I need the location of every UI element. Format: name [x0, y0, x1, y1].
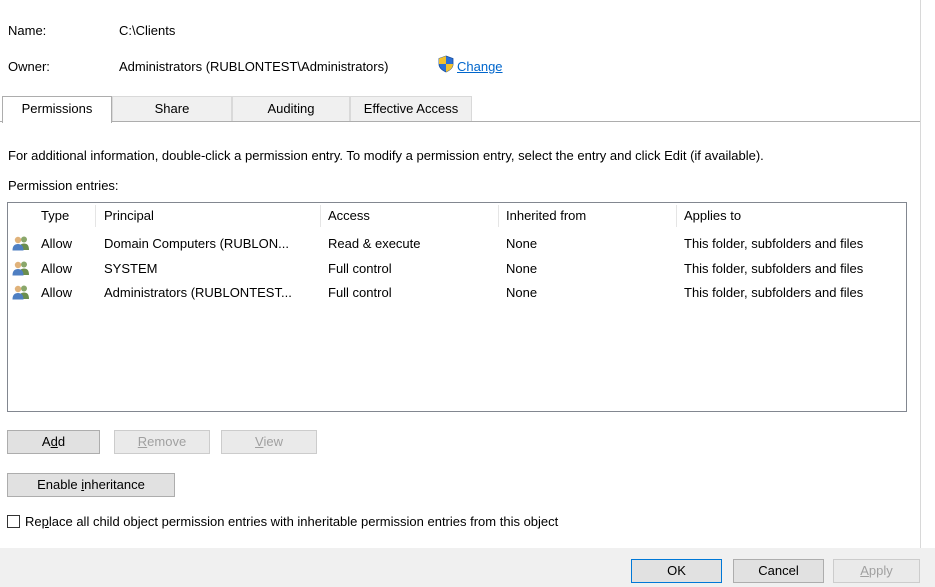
view-button-text: iew	[263, 434, 283, 449]
column-header-applies-to[interactable]: Applies to	[684, 208, 741, 223]
row-applies-to: This folder, subfolders and files	[684, 285, 864, 300]
tab-auditing[interactable]: Auditing	[232, 96, 350, 121]
row-principal: SYSTEM	[104, 261, 158, 276]
owner-label: Owner:	[8, 59, 50, 74]
column-separator	[320, 205, 321, 227]
add-button-accel: d	[50, 434, 58, 449]
row-type: Allow	[41, 285, 73, 300]
replace-label-text-rest: lace all child object permission entries…	[48, 514, 559, 529]
tab-permissions[interactable]: Permissions	[2, 96, 112, 123]
name-label: Name:	[8, 23, 47, 38]
row-access: Full control	[328, 261, 392, 276]
row-inherited-from: None	[506, 236, 538, 251]
replace-child-permissions-label[interactable]: Replace all child object permission entr…	[25, 514, 558, 529]
permission-row[interactable]: Allow Administrators (RUBLONTEST... Full…	[8, 281, 906, 305]
permission-row[interactable]: Allow Domain Computers (RUBLON... Read &…	[8, 232, 906, 256]
permission-entries-list[interactable]: Type Principal Access Inherited from App…	[7, 202, 907, 412]
replace-child-permissions-checkbox[interactable]	[7, 515, 20, 528]
change-owner-link[interactable]: Change	[457, 59, 503, 74]
user-group-icon	[12, 285, 29, 300]
tab-divider	[0, 121, 920, 122]
remove-button-text: emove	[147, 434, 187, 449]
replace-label-text: Re	[25, 514, 42, 529]
user-group-icon	[12, 236, 29, 251]
apply-button-accel: A	[860, 563, 869, 578]
column-header-inherited-from[interactable]: Inherited from	[506, 208, 586, 223]
permission-entries-label: Permission entries:	[8, 178, 119, 193]
row-principal: Administrators (RUBLONTEST...	[104, 285, 292, 300]
view-button[interactable]: View	[221, 430, 317, 454]
column-separator	[498, 205, 499, 227]
tab-permissions-label: Permissions	[21, 101, 93, 116]
owner-value: Administrators (RUBLONTEST\Administrator…	[119, 59, 389, 74]
remove-button[interactable]: Remove	[114, 430, 210, 454]
user-group-icon	[12, 261, 29, 276]
ok-button[interactable]: OK	[631, 559, 722, 583]
tab-auditing-label: Auditing	[267, 101, 315, 116]
row-inherited-from: None	[506, 285, 538, 300]
row-access: Full control	[328, 285, 392, 300]
column-separator	[95, 205, 96, 227]
row-type: Allow	[41, 236, 73, 251]
add-button-text: A	[41, 434, 51, 449]
permission-row[interactable]: Allow SYSTEM Full control None This fold…	[8, 257, 906, 281]
tab-effective-access-label: Effective Access	[363, 101, 459, 116]
name-value: C:\Clients	[119, 23, 176, 38]
add-button[interactable]: Add	[7, 430, 100, 454]
row-principal: Domain Computers (RUBLON...	[104, 236, 289, 251]
dialog-right-edge	[920, 0, 921, 548]
uac-shield-icon	[438, 55, 454, 73]
remove-button-accel: R	[137, 434, 148, 449]
tab-share[interactable]: Share	[112, 96, 232, 121]
apply-button-text: pply	[868, 563, 893, 578]
replace-label-accel: p	[41, 514, 49, 529]
cancel-button[interactable]: Cancel	[733, 559, 824, 583]
row-applies-to: This folder, subfolders and files	[684, 236, 864, 251]
row-inherited-from: None	[506, 261, 538, 276]
dialog-footer: OK Cancel Apply	[0, 548, 935, 587]
column-header-principal[interactable]: Principal	[104, 208, 154, 223]
enable-inheritance-text-rest: nheritance	[84, 477, 145, 492]
enable-inheritance-button[interactable]: Enable inheritance	[7, 473, 175, 497]
column-header-type[interactable]: Type	[41, 208, 69, 223]
tab-effective-access[interactable]: Effective Access	[350, 96, 472, 121]
row-access: Read & execute	[328, 236, 421, 251]
enable-inheritance-text: Enable	[37, 477, 82, 492]
column-header-access[interactable]: Access	[328, 208, 370, 223]
instructions-text: For additional information, double-click…	[8, 148, 764, 163]
apply-button[interactable]: Apply	[833, 559, 920, 583]
column-separator	[676, 205, 677, 227]
row-type: Allow	[41, 261, 73, 276]
row-applies-to: This folder, subfolders and files	[684, 261, 864, 276]
add-button-text-rest: d	[57, 434, 66, 449]
tab-share-label: Share	[154, 101, 190, 116]
